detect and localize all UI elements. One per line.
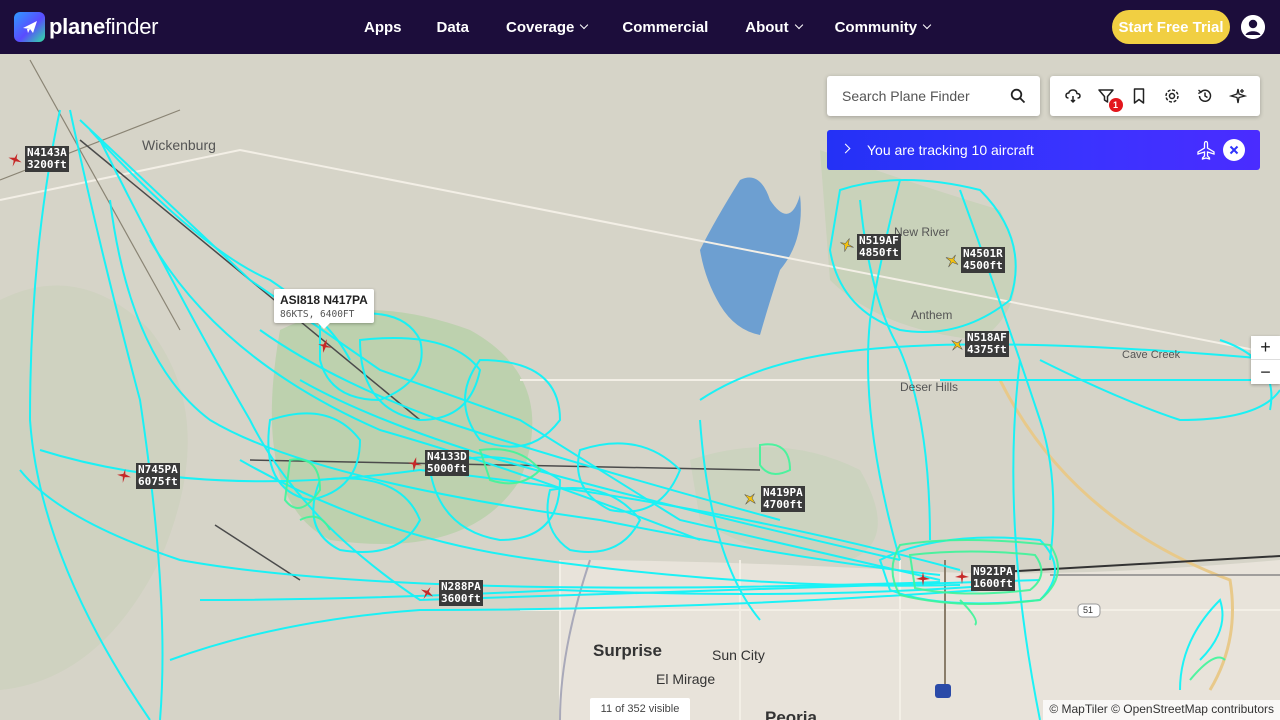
nav-apps[interactable]: Apps	[364, 19, 402, 36]
popup-details: 86KTS, 6400FT	[280, 309, 355, 320]
aircraft-label[interactable]: N4501R 4500ft	[961, 247, 1005, 273]
place-desert-hills: Deser Hills	[900, 380, 959, 394]
aircraft-label[interactable]: N519AF 4850ft	[857, 234, 901, 260]
route-51-shield: 51	[1083, 605, 1094, 615]
planefinder-logo[interactable]: planefinder	[14, 12, 159, 42]
aircraft-icon[interactable]	[944, 253, 960, 269]
tracking-bar[interactable]: You are tracking 10 aircraft	[827, 130, 1260, 170]
top-nav: planefinder Apps Data Coverage Commercia…	[0, 0, 1280, 54]
filter-count-badge: 1	[1108, 98, 1123, 112]
aircraft-label[interactable]: N745PA 6075ft	[136, 463, 180, 489]
aircraft-icon[interactable]	[419, 585, 435, 601]
search-input[interactable]	[842, 88, 1002, 104]
chevron-right-icon[interactable]	[840, 143, 851, 154]
chevron-down-icon	[922, 20, 932, 30]
aircraft-icon[interactable]	[915, 571, 931, 587]
flight-popup[interactable]: ASI818 N417PA 86KTS, 6400FT	[274, 289, 374, 329]
place-wickenburg: Wickenburg	[142, 137, 216, 153]
aircraft-icon[interactable]	[954, 569, 970, 585]
aircraft-icon[interactable]	[407, 456, 423, 472]
start-free-trial-button[interactable]: Start Free Trial	[1112, 10, 1230, 44]
close-icon	[1229, 145, 1239, 155]
zoom-in-button[interactable]: +	[1251, 336, 1280, 360]
flight-tools-icon[interactable]	[1228, 87, 1247, 105]
place-el-mirage: El Mirage	[656, 671, 716, 687]
nav-commercial[interactable]: Commercial	[622, 19, 708, 36]
aircraft-label[interactable]: N4143A 3200ft	[25, 146, 69, 172]
zoom-out-button[interactable]: −	[1251, 360, 1280, 384]
place-new-river: New River	[894, 225, 950, 239]
aircraft-label[interactable]: N4133D 5000ft	[425, 450, 469, 476]
nav-data[interactable]: Data	[437, 19, 470, 36]
close-tracking-button[interactable]	[1223, 139, 1245, 161]
visible-aircraft-count: 11 of 352 visible	[590, 698, 690, 720]
map-attribution[interactable]: © MapTiler © OpenStreetMap contributors	[1043, 700, 1280, 720]
history-icon[interactable]	[1196, 87, 1214, 105]
nav-community[interactable]: Community	[835, 19, 932, 36]
aircraft-label[interactable]: N921PA 1600ft	[971, 565, 1015, 591]
zoom-controls: + −	[1251, 336, 1280, 384]
weather-icon[interactable]	[1064, 87, 1082, 105]
place-sun-city: Sun City	[712, 647, 765, 663]
selected-aircraft-icon[interactable]	[317, 338, 333, 354]
aircraft-label[interactable]: N518AF 4375ft	[965, 331, 1009, 357]
aircraft-icon[interactable]	[7, 152, 23, 168]
place-peoria: Peoria	[765, 708, 817, 720]
aircraft-icon[interactable]	[949, 337, 965, 353]
nav-about[interactable]: About	[745, 19, 803, 36]
aircraft-icon[interactable]	[742, 491, 758, 507]
chevron-down-icon	[794, 20, 803, 30]
plane-outline-icon	[1197, 140, 1215, 160]
aircraft-label[interactable]: N419PA 4700ft	[761, 486, 805, 512]
aircraft-icon[interactable]	[116, 468, 132, 484]
map-toolbar: 1	[1050, 76, 1260, 116]
account-icon[interactable]	[1241, 15, 1265, 39]
planefinder-logo-text: planefinder	[49, 14, 159, 39]
tracking-text: You are tracking 10 aircraft	[867, 142, 1034, 158]
filter-icon[interactable]: 1	[1097, 87, 1123, 112]
planefinder-logo-icon	[14, 12, 45, 42]
settings-gear-icon[interactable]	[1163, 87, 1181, 105]
chevron-down-icon	[580, 20, 589, 30]
nav-coverage[interactable]: Coverage	[506, 19, 589, 36]
main-menu: Apps Data Coverage Commercial About Comm…	[364, 0, 932, 54]
search-icon[interactable]	[1010, 88, 1026, 104]
aircraft-label[interactable]: N288PA 3600ft	[439, 580, 483, 606]
bookmark-icon[interactable]	[1130, 87, 1148, 105]
popup-flight: ASI818 N417PA	[280, 293, 368, 307]
aircraft-icon[interactable]	[839, 237, 855, 253]
place-anthem: Anthem	[911, 308, 953, 322]
place-cave-creek: Cave Creek	[1122, 349, 1181, 361]
place-surprise: Surprise	[593, 641, 662, 660]
search-bar	[827, 76, 1040, 116]
